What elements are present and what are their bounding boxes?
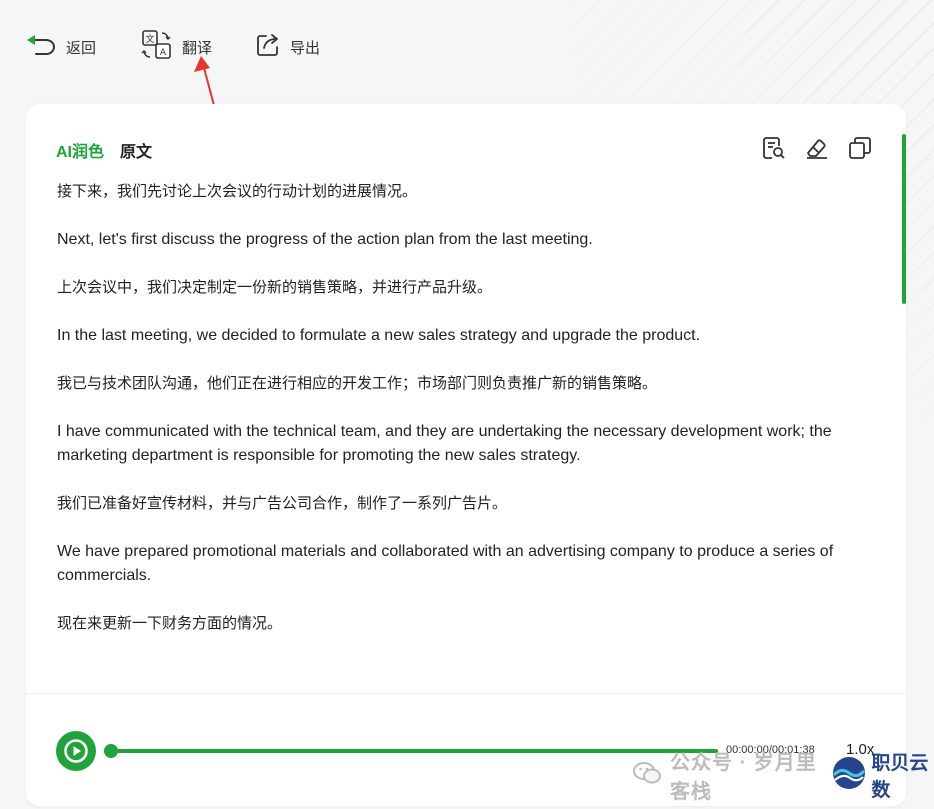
svg-text:文: 文: [145, 33, 154, 45]
paragraph-zh: 上次会议中，我们决定制定一份新的销售策略，并进行产品升级。: [57, 279, 493, 296]
play-button[interactable]: [56, 731, 96, 771]
card-tools: [745, 134, 874, 162]
back-label: 返回: [66, 39, 97, 57]
eraser-icon[interactable]: [803, 134, 831, 162]
search-document-icon[interactable]: [760, 134, 788, 162]
progress-track: [104, 749, 718, 753]
translate-icon: 文 A: [140, 28, 174, 67]
paragraph-zh: 现在来更新一下财务方面的情况。: [57, 615, 283, 632]
view-tabs: AI润色 原文: [56, 138, 168, 162]
export-button[interactable]: 导出: [254, 30, 320, 64]
paragraph-zh: 我们已准备好宣传材料，并与广告公司合作，制作了一系列广告片。: [57, 495, 508, 512]
export-icon: [254, 31, 282, 64]
translate-button[interactable]: 文 A 翻译: [140, 28, 213, 67]
paragraph-zh: 我已与技术团队沟通，他们正在进行相应的开发工作；市场部门则负责推广新的销售策略。: [57, 375, 658, 392]
top-toolbar: 返回 文 A 翻译 导出: [0, 0, 934, 95]
svg-text:A: A: [160, 48, 167, 58]
transcript-content: 接下来，我们先讨论上次会议的行动计划的进展情况。 Next, let's fir…: [57, 180, 882, 660]
play-icon: [64, 739, 88, 763]
transcript-card: AI润色 原文 接下来，我们先讨论上次会议的行动计划的进展情况。 Next, l…: [26, 104, 906, 806]
back-arrow-icon: [24, 32, 58, 63]
wechat-icon: [632, 760, 662, 791]
scrollbar-thumb[interactable]: [902, 134, 906, 304]
tab-ai-polish[interactable]: AI润色: [56, 138, 104, 162]
paragraph-en: I have communicated with the technical t…: [57, 423, 832, 464]
progress-slider[interactable]: [104, 744, 718, 758]
copy-icon[interactable]: [846, 134, 874, 162]
paragraph-en: We have prepared promotional materials a…: [57, 543, 834, 584]
watermark-text: 公众号 · 岁月里客栈: [670, 752, 817, 803]
brand-logo-icon: [831, 755, 867, 796]
translate-label: 翻译: [182, 39, 213, 57]
brand-text: 职贝云数: [871, 753, 929, 801]
watermark: 公众号 · 岁月里客栈 职贝云数: [632, 752, 934, 803]
paragraph-zh: 接下来，我们先讨论上次会议的行动计划的进展情况。: [57, 183, 418, 200]
tab-original[interactable]: 原文: [120, 138, 152, 162]
paragraph-en: Next, let's first discuss the progress o…: [57, 231, 593, 248]
export-label: 导出: [290, 39, 321, 57]
progress-knob[interactable]: [104, 744, 118, 758]
back-button[interactable]: 返回: [24, 30, 96, 64]
paragraph-en: In the last meeting, we decided to formu…: [57, 327, 701, 344]
